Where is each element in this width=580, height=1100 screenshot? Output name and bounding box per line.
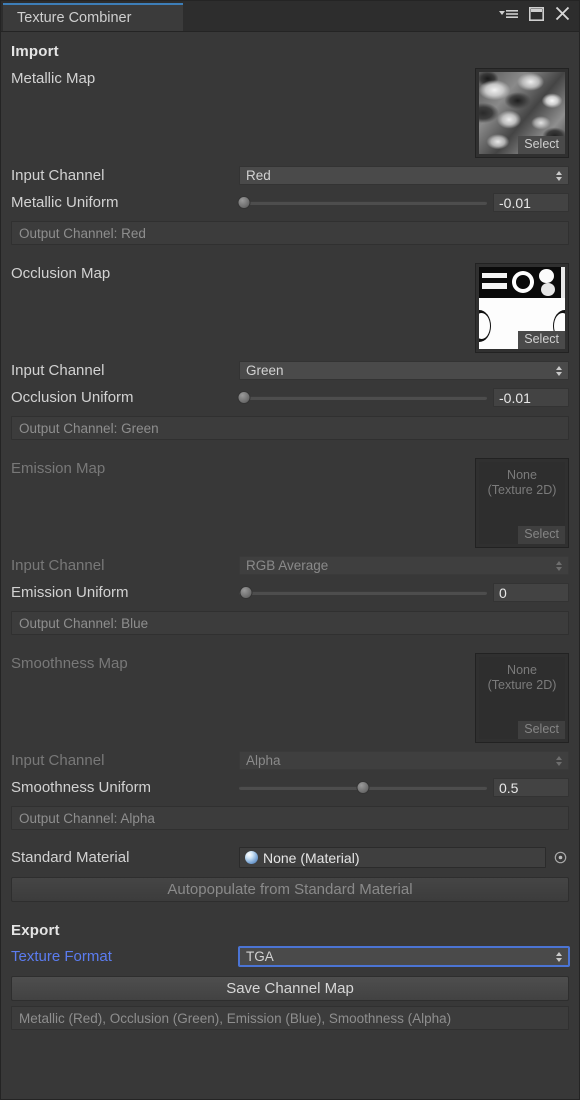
window-content: Import Metallic Map Select Input Channel…	[1, 32, 579, 1099]
chevron-updown-icon	[556, 171, 562, 181]
emission-uniform-slider[interactable]	[239, 585, 487, 601]
occlusion-uniform-row: Occlusion Uniform -0.01	[11, 384, 569, 411]
emission-output-channel-text: Output Channel: Blue	[11, 611, 569, 635]
slider-track	[239, 591, 487, 595]
metallic-uniform-slider[interactable]	[239, 195, 487, 211]
spacer	[11, 635, 569, 649]
maximize-icon[interactable]	[529, 7, 544, 26]
export-heading: Export	[11, 902, 569, 943]
map-block-emission: Emission Map None(Texture 2D) Select	[11, 454, 569, 552]
slider-knob[interactable]	[240, 586, 253, 599]
metallic-thumbnail-field[interactable]: Select	[475, 68, 569, 158]
occlusion-uniform-value-field[interactable]: -0.01	[493, 388, 569, 407]
smoothness-uniform-value-field[interactable]: 0.5	[493, 778, 569, 797]
smoothness-output-channel-text: Output Channel: Alpha	[11, 806, 569, 830]
chevron-updown-icon	[556, 952, 562, 962]
slider-knob[interactable]	[357, 781, 370, 794]
close-icon[interactable]	[555, 6, 570, 26]
chevron-updown-icon	[556, 366, 562, 376]
map-block-occlusion: Occlusion Map Select	[11, 259, 569, 357]
occlusion-thumbnail: Select	[479, 267, 565, 349]
smoothness-none-label: None(Texture 2D)	[488, 663, 557, 693]
standard-material-object-field[interactable]: None (Material)	[239, 847, 546, 868]
emission-uniform-value-field[interactable]: 0	[493, 583, 569, 602]
spacer	[11, 830, 569, 844]
metallic-input-channel-label: Input Channel	[11, 167, 239, 184]
spacer	[11, 440, 569, 454]
metallic-uniform-row: Metallic Uniform -0.01	[11, 189, 569, 216]
texture-format-dropdown[interactable]: TGA	[239, 947, 569, 966]
emission-select-button[interactable]: Select	[518, 526, 565, 544]
standard-material-value: None (Material)	[263, 850, 359, 866]
emission-uniform-row: Emission Uniform 0	[11, 579, 569, 606]
smoothness-select-button[interactable]: Select	[518, 721, 565, 739]
emission-thumbnail-field[interactable]: None(Texture 2D) Select	[475, 458, 569, 548]
occlusion-select-button[interactable]: Select	[518, 331, 565, 349]
spacer	[11, 245, 569, 259]
smoothness-uniform-row: Smoothness Uniform 0.5	[11, 774, 569, 801]
standard-material-row: Standard Material None (Material)	[11, 844, 569, 871]
occlusion-uniform-slider[interactable]	[239, 390, 487, 406]
window-titlebar: Texture Combiner	[1, 1, 579, 32]
map-block-smoothness: Smoothness Map None(Texture 2D) Select	[11, 649, 569, 747]
occlusion-input-channel-row: Input Channel Green	[11, 357, 569, 384]
emission-input-channel-label: Input Channel	[11, 557, 239, 574]
metallic-input-channel-row: Input Channel Red	[11, 162, 569, 189]
tab-label: Texture Combiner	[17, 10, 131, 26]
slider-track	[239, 201, 487, 205]
slider-track	[239, 396, 487, 400]
material-sphere-icon	[245, 851, 258, 864]
smoothness-thumbnail: None(Texture 2D) Select	[479, 657, 565, 739]
chevron-updown-icon	[556, 561, 562, 571]
metallic-output-channel-text: Output Channel: Red	[11, 221, 569, 245]
occlusion-input-channel-value: Green	[246, 363, 284, 378]
metallic-uniform-label: Metallic Uniform	[11, 194, 239, 211]
smoothness-uniform-label: Smoothness Uniform	[11, 779, 239, 796]
emission-uniform-control: 0	[239, 583, 569, 602]
metallic-input-channel-dropdown[interactable]: Red	[239, 166, 569, 185]
metallic-select-button[interactable]: Select	[518, 136, 565, 154]
smoothness-uniform-slider[interactable]	[239, 780, 487, 796]
occlusion-thumbnail-field[interactable]: Select	[475, 263, 569, 353]
autopopulate-button[interactable]: Autopopulate from Standard Material	[11, 877, 569, 902]
texture-format-value: TGA	[246, 949, 274, 964]
save-channel-map-button[interactable]: Save Channel Map	[11, 976, 569, 1001]
emission-input-channel-row: Input Channel RGB Average	[11, 552, 569, 579]
object-picker-icon[interactable]	[551, 847, 569, 868]
slider-knob[interactable]	[237, 196, 250, 209]
occlusion-input-channel-dropdown[interactable]: Green	[239, 361, 569, 380]
import-heading: Import	[11, 32, 569, 64]
metallic-uniform-control: -0.01	[239, 193, 569, 212]
texture-combiner-window: Texture Combiner	[0, 0, 580, 1100]
emission-none-label: None(Texture 2D)	[488, 468, 557, 498]
smoothness-uniform-control: 0.5	[239, 778, 569, 797]
occlusion-uniform-control: -0.01	[239, 388, 569, 407]
smoothness-input-channel-label: Input Channel	[11, 752, 239, 769]
occlusion-uniform-label: Occlusion Uniform	[11, 389, 239, 406]
occlusion-input-channel-label: Input Channel	[11, 362, 239, 379]
smoothness-input-channel-value: Alpha	[246, 753, 281, 768]
tab-texture-combiner[interactable]: Texture Combiner	[3, 3, 183, 31]
slider-knob[interactable]	[237, 391, 250, 404]
texture-format-row: Texture Format TGA	[11, 943, 569, 970]
texture-format-label: Texture Format	[11, 948, 239, 965]
emission-thumbnail: None(Texture 2D) Select	[479, 462, 565, 544]
metallic-uniform-value-field[interactable]: -0.01	[493, 193, 569, 212]
emission-input-channel-value: RGB Average	[246, 558, 328, 573]
metallic-thumbnail: Select	[479, 72, 565, 154]
emission-input-channel-dropdown[interactable]: RGB Average	[239, 556, 569, 575]
smoothness-input-channel-row: Input Channel Alpha	[11, 747, 569, 774]
standard-material-label: Standard Material	[11, 849, 239, 866]
export-summary-text: Metallic (Red), Occlusion (Green), Emiss…	[11, 1006, 569, 1030]
smoothness-thumbnail-field[interactable]: None(Texture 2D) Select	[475, 653, 569, 743]
map-block-metallic: Metallic Map Select	[11, 64, 569, 162]
panel-menu-icon[interactable]	[499, 7, 518, 25]
smoothness-input-channel-dropdown[interactable]: Alpha	[239, 751, 569, 770]
emission-uniform-label: Emission Uniform	[11, 584, 239, 601]
occlusion-output-channel-text: Output Channel: Green	[11, 416, 569, 440]
metallic-input-channel-value: Red	[246, 168, 271, 183]
chevron-updown-icon	[556, 756, 562, 766]
titlebar-icon-group	[499, 6, 579, 31]
